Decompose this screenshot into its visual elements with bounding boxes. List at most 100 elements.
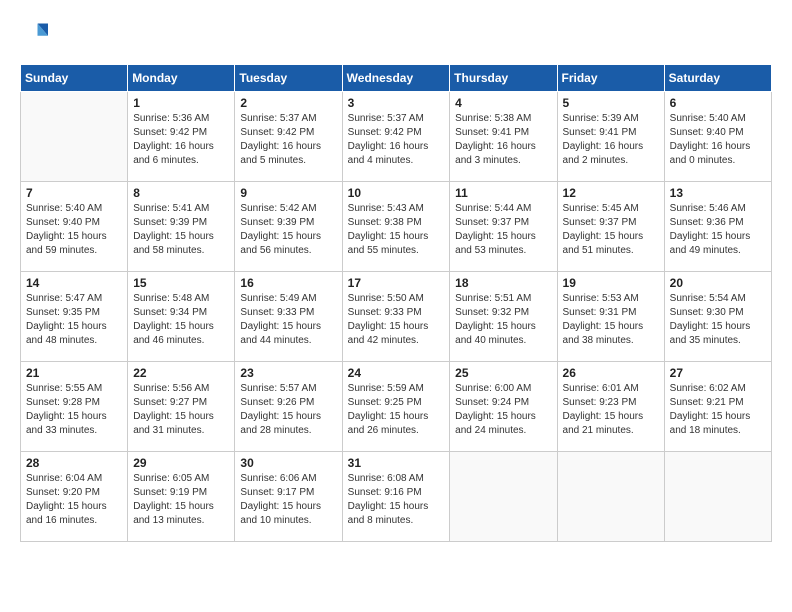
calendar-cell xyxy=(664,452,771,542)
day-header-thursday: Thursday xyxy=(450,65,557,92)
day-number: 12 xyxy=(563,186,659,200)
day-info: Sunrise: 5:48 AM Sunset: 9:34 PM Dayligh… xyxy=(133,292,229,348)
day-info: Sunrise: 5:51 AM Sunset: 9:32 PM Dayligh… xyxy=(455,292,551,348)
day-info: Sunrise: 6:00 AM Sunset: 9:24 PM Dayligh… xyxy=(455,382,551,438)
day-number: 15 xyxy=(133,276,229,290)
day-info: Sunrise: 5:43 AM Sunset: 9:38 PM Dayligh… xyxy=(348,202,445,258)
day-header-sunday: Sunday xyxy=(21,65,128,92)
week-row-3: 14 Sunrise: 5:47 AM Sunset: 9:35 PM Dayli… xyxy=(21,272,772,362)
day-info: Sunrise: 5:42 AM Sunset: 9:39 PM Dayligh… xyxy=(240,202,336,258)
day-info: Sunrise: 5:45 AM Sunset: 9:37 PM Dayligh… xyxy=(563,202,659,258)
calendar-cell: 6 Sunrise: 5:40 AM Sunset: 9:40 PM Daylig… xyxy=(664,92,771,182)
day-number: 9 xyxy=(240,186,336,200)
calendar-cell: 21 Sunrise: 5:55 AM Sunset: 9:28 PM Dayli… xyxy=(21,362,128,452)
day-info: Sunrise: 5:38 AM Sunset: 9:41 PM Dayligh… xyxy=(455,112,551,168)
day-info: Sunrise: 6:08 AM Sunset: 9:16 PM Dayligh… xyxy=(348,472,445,528)
calendar-cell xyxy=(450,452,557,542)
day-info: Sunrise: 5:41 AM Sunset: 9:39 PM Dayligh… xyxy=(133,202,229,258)
day-info: Sunrise: 5:36 AM Sunset: 9:42 PM Dayligh… xyxy=(133,112,229,168)
day-header-saturday: Saturday xyxy=(664,65,771,92)
calendar-cell: 22 Sunrise: 5:56 AM Sunset: 9:27 PM Dayli… xyxy=(128,362,235,452)
calendar-cell: 14 Sunrise: 5:47 AM Sunset: 9:35 PM Dayli… xyxy=(21,272,128,362)
week-row-2: 7 Sunrise: 5:40 AM Sunset: 9:40 PM Daylig… xyxy=(21,182,772,272)
calendar-cell: 2 Sunrise: 5:37 AM Sunset: 9:42 PM Daylig… xyxy=(235,92,342,182)
day-info: Sunrise: 5:57 AM Sunset: 9:26 PM Dayligh… xyxy=(240,382,336,438)
day-info: Sunrise: 5:40 AM Sunset: 9:40 PM Dayligh… xyxy=(670,112,766,168)
day-number: 8 xyxy=(133,186,229,200)
day-info: Sunrise: 6:02 AM Sunset: 9:21 PM Dayligh… xyxy=(670,382,766,438)
calendar-cell: 29Sunrise: 6:05 AM Sunset: 9:19 PM Dayli… xyxy=(128,452,235,542)
calendar-cell: 12 Sunrise: 5:45 AM Sunset: 9:37 PM Dayli… xyxy=(557,182,664,272)
day-number: 3 xyxy=(348,96,445,110)
day-header-tuesday: Tuesday xyxy=(235,65,342,92)
day-info: Sunrise: 5:44 AM Sunset: 9:37 PM Dayligh… xyxy=(455,202,551,258)
day-info: Sunrise: 6:06 AM Sunset: 9:17 PM Dayligh… xyxy=(240,472,336,528)
day-number: 26 xyxy=(563,366,659,380)
calendar-cell: 19Sunrise: 5:53 AM Sunset: 9:31 PM Dayli… xyxy=(557,272,664,362)
logo xyxy=(20,20,52,48)
calendar-cell: 8 Sunrise: 5:41 AM Sunset: 9:39 PM Daylig… xyxy=(128,182,235,272)
day-number: 4 xyxy=(455,96,551,110)
day-number: 19 xyxy=(563,276,659,290)
calendar-cell: 27 Sunrise: 6:02 AM Sunset: 9:21 PM Dayli… xyxy=(664,362,771,452)
day-info: Sunrise: 6:01 AM Sunset: 9:23 PM Dayligh… xyxy=(563,382,659,438)
day-info: Sunrise: 5:59 AM Sunset: 9:25 PM Dayligh… xyxy=(348,382,445,438)
day-number: 23 xyxy=(240,366,336,380)
day-header-wednesday: Wednesday xyxy=(342,65,450,92)
day-number: 17 xyxy=(348,276,445,290)
day-header-monday: Monday xyxy=(128,65,235,92)
calendar-cell: 31 Sunrise: 6:08 AM Sunset: 9:16 PM Dayli… xyxy=(342,452,450,542)
calendar-table: SundayMondayTuesdayWednesdayThursdayFrid… xyxy=(20,64,772,542)
day-number: 21 xyxy=(26,366,122,380)
calendar-cell: 1 Sunrise: 5:36 AM Sunset: 9:42 PM Daylig… xyxy=(128,92,235,182)
day-info: Sunrise: 5:37 AM Sunset: 9:42 PM Dayligh… xyxy=(240,112,336,168)
calendar-cell: 13Sunrise: 5:46 AM Sunset: 9:36 PM Dayli… xyxy=(664,182,771,272)
day-info: Sunrise: 5:50 AM Sunset: 9:33 PM Dayligh… xyxy=(348,292,445,348)
logo-icon xyxy=(20,20,48,48)
day-number: 6 xyxy=(670,96,766,110)
calendar-cell: 5 Sunrise: 5:39 AM Sunset: 9:41 PM Daylig… xyxy=(557,92,664,182)
calendar-cell: 16 Sunrise: 5:49 AM Sunset: 9:33 PM Dayli… xyxy=(235,272,342,362)
day-number: 11 xyxy=(455,186,551,200)
calendar-cell: 7 Sunrise: 5:40 AM Sunset: 9:40 PM Daylig… xyxy=(21,182,128,272)
week-row-1: 1 Sunrise: 5:36 AM Sunset: 9:42 PM Daylig… xyxy=(21,92,772,182)
day-info: Sunrise: 5:55 AM Sunset: 9:28 PM Dayligh… xyxy=(26,382,122,438)
day-number: 14 xyxy=(26,276,122,290)
calendar-cell: 30 Sunrise: 6:06 AM Sunset: 9:17 PM Dayli… xyxy=(235,452,342,542)
day-info: Sunrise: 5:46 AM Sunset: 9:36 PM Dayligh… xyxy=(670,202,766,258)
day-info: Sunrise: 5:56 AM Sunset: 9:27 PM Dayligh… xyxy=(133,382,229,438)
calendar-cell xyxy=(21,92,128,182)
day-number: 22 xyxy=(133,366,229,380)
calendar-cell: 3 Sunrise: 5:37 AM Sunset: 9:42 PM Daylig… xyxy=(342,92,450,182)
calendar-cell: 25Sunrise: 6:00 AM Sunset: 9:24 PM Dayli… xyxy=(450,362,557,452)
day-number: 7 xyxy=(26,186,122,200)
day-number: 1 xyxy=(133,96,229,110)
calendar-cell: 20Sunrise: 5:54 AM Sunset: 9:30 PM Dayli… xyxy=(664,272,771,362)
calendar-cell xyxy=(557,452,664,542)
day-number: 20 xyxy=(670,276,766,290)
calendar-cell: 10 Sunrise: 5:43 AM Sunset: 9:38 PM Dayli… xyxy=(342,182,450,272)
day-number: 16 xyxy=(240,276,336,290)
calendar-cell: 24 Sunrise: 5:59 AM Sunset: 9:25 PM Dayli… xyxy=(342,362,450,452)
day-header-friday: Friday xyxy=(557,65,664,92)
day-info: Sunrise: 5:49 AM Sunset: 9:33 PM Dayligh… xyxy=(240,292,336,348)
day-number: 24 xyxy=(348,366,445,380)
day-info: Sunrise: 5:39 AM Sunset: 9:41 PM Dayligh… xyxy=(563,112,659,168)
calendar-cell: 26 Sunrise: 6:01 AM Sunset: 9:23 PM Dayli… xyxy=(557,362,664,452)
calendar-cell: 17 Sunrise: 5:50 AM Sunset: 9:33 PM Dayli… xyxy=(342,272,450,362)
calendar-cell: 4 Sunrise: 5:38 AM Sunset: 9:41 PM Daylig… xyxy=(450,92,557,182)
calendar-cell: 9 Sunrise: 5:42 AM Sunset: 9:39 PM Daylig… xyxy=(235,182,342,272)
day-number: 10 xyxy=(348,186,445,200)
day-info: Sunrise: 5:47 AM Sunset: 9:35 PM Dayligh… xyxy=(26,292,122,348)
calendar-cell: 23 Sunrise: 5:57 AM Sunset: 9:26 PM Dayli… xyxy=(235,362,342,452)
day-number: 18 xyxy=(455,276,551,290)
day-number: 2 xyxy=(240,96,336,110)
day-number: 31 xyxy=(348,456,445,470)
day-info: Sunrise: 5:37 AM Sunset: 9:42 PM Dayligh… xyxy=(348,112,445,168)
day-number: 27 xyxy=(670,366,766,380)
week-row-5: 28Sunrise: 6:04 AM Sunset: 9:20 PM Dayli… xyxy=(21,452,772,542)
day-info: Sunrise: 5:40 AM Sunset: 9:40 PM Dayligh… xyxy=(26,202,122,258)
calendar-header-row: SundayMondayTuesdayWednesdayThursdayFrid… xyxy=(21,65,772,92)
day-number: 5 xyxy=(563,96,659,110)
day-number: 30 xyxy=(240,456,336,470)
